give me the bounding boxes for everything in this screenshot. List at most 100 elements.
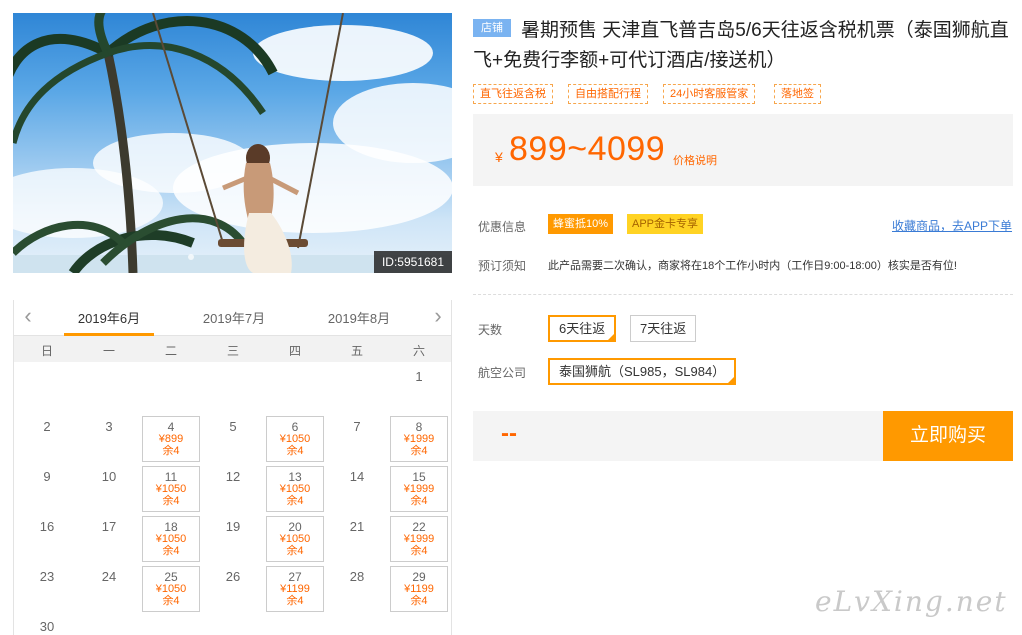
- price-panel: ¥ 899~4099 价格说明: [473, 114, 1013, 186]
- day-number: 8: [415, 420, 423, 434]
- day-number: 24: [101, 569, 117, 584]
- calendar-day: 3: [80, 416, 138, 462]
- day-remaining: 余4: [162, 595, 180, 607]
- day-number: 15: [412, 470, 426, 484]
- day-number: 19: [225, 519, 241, 534]
- days-option-6[interactable]: 6天往返: [548, 315, 617, 342]
- day-price: ¥1050: [279, 533, 311, 545]
- weekday-mon: 一: [102, 344, 115, 358]
- day-remaining: 余4: [162, 445, 180, 457]
- day-price: ¥1050: [155, 533, 187, 545]
- calendar-weekday-header: 日 一 二 三 四 五 六: [14, 336, 451, 362]
- day-number: 5: [229, 419, 237, 434]
- calendar-day-available[interactable]: 25 ¥1050 余4: [142, 566, 200, 612]
- calendar-day: 10: [80, 466, 138, 512]
- favorite-link[interactable]: 收藏商品，去APP下单: [892, 217, 1012, 234]
- day-number: 18: [164, 520, 178, 534]
- watermark-logo: eLvXing.net: [815, 585, 1008, 618]
- calendar-day: 28: [328, 566, 386, 612]
- calendar-day: 5: [204, 416, 262, 462]
- calendar-day-available[interactable]: 18 ¥1050 余4: [142, 516, 200, 562]
- tab-month-july[interactable]: 2019年7月: [189, 308, 279, 327]
- price-explanation-link[interactable]: 价格说明: [673, 152, 717, 168]
- calendar-day: 24: [80, 566, 138, 612]
- currency-symbol: ¥: [495, 149, 503, 165]
- weekday-sat: 六: [412, 344, 425, 358]
- day-number: 12: [225, 469, 241, 484]
- day-number: 28: [349, 569, 365, 584]
- tab-month-june[interactable]: 2019年6月: [64, 308, 154, 327]
- promo-badge-app-gold: APP金卡专享: [627, 214, 704, 234]
- buy-now-button[interactable]: 立即购买: [883, 411, 1013, 461]
- days-option-7[interactable]: 7天往返: [630, 315, 697, 342]
- day-remaining: 余4: [410, 595, 428, 607]
- price-range: 899~4099: [509, 130, 666, 168]
- day-remaining: 余4: [410, 545, 428, 557]
- day-number: 30: [39, 619, 55, 634]
- day-price: ¥1199: [404, 583, 434, 595]
- day-price: ¥1999: [403, 483, 435, 495]
- calendar-day-available[interactable]: 15 ¥1999 余4: [390, 466, 448, 512]
- shop-badge: 店铺: [473, 19, 511, 37]
- calendar-day-available[interactable]: 27 ¥1199 余4: [266, 566, 324, 612]
- weekday-thu: 四: [288, 344, 301, 358]
- day-number: 21: [349, 519, 365, 534]
- calendar-day-available[interactable]: 22 ¥1999 余4: [390, 516, 448, 562]
- day-number: 25: [164, 570, 178, 584]
- calendar-grid: 1 2 3 4 ¥899 余4 5 6 ¥1050 余4 7 8 ¥1999 余4 9 10 11 ¥1050 余4…: [14, 362, 451, 635]
- calendar-day: 16: [18, 516, 76, 562]
- day-remaining: 余4: [286, 545, 304, 557]
- calendar-day: 23: [18, 566, 76, 612]
- calendar-day: 12: [204, 466, 262, 512]
- day-number: 29: [412, 570, 426, 584]
- day-price: ¥1050: [279, 433, 311, 445]
- day-remaining: 余4: [286, 495, 304, 507]
- day-price: ¥899: [158, 433, 184, 445]
- day-remaining: 余4: [286, 595, 304, 607]
- day-number: 7: [353, 419, 361, 434]
- day-number: 4: [167, 420, 175, 434]
- day-number: 20: [288, 520, 302, 534]
- day-remaining: 余4: [410, 495, 428, 507]
- beach-swing-photo: [13, 13, 452, 273]
- calendar-day-available[interactable]: 8 ¥1999 余4: [390, 416, 448, 462]
- day-remaining: 余4: [410, 445, 428, 457]
- day-price: ¥1999: [403, 533, 435, 545]
- chevron-right-icon[interactable]: ›: [428, 304, 448, 328]
- calendar-day: 19: [204, 516, 262, 562]
- day-price: ¥1050: [155, 483, 187, 495]
- calendar-day: 2: [18, 416, 76, 462]
- calendar-day: 26: [204, 566, 262, 612]
- product-hero-image: ID:5951681: [13, 13, 452, 273]
- calendar-day: 9: [18, 466, 76, 512]
- chevron-left-icon[interactable]: ‹: [18, 304, 38, 328]
- day-remaining: 余4: [162, 545, 180, 557]
- airline-label: 航空公司: [478, 366, 527, 380]
- feature-tag: 落地签: [774, 84, 821, 104]
- day-number: 27: [288, 570, 302, 584]
- calendar-day-available[interactable]: 13 ¥1050 余4: [266, 466, 324, 512]
- airline-option[interactable]: 泰国狮航（SL985，SL984）: [548, 358, 737, 385]
- section-divider: [473, 294, 1013, 295]
- selected-price-bar: --: [473, 411, 883, 461]
- calendar-day-available[interactable]: 6 ¥1050 余4: [266, 416, 324, 462]
- tab-month-august[interactable]: 2019年8月: [314, 308, 404, 327]
- day-number: 14: [349, 469, 365, 484]
- day-number: 6: [291, 420, 299, 434]
- calendar-day-available[interactable]: 29 ¥1199 余4: [390, 566, 448, 612]
- promo-badge-honey: 蜂蜜抵10%: [548, 214, 614, 234]
- day-number: 22: [412, 520, 426, 534]
- day-price: ¥1050: [279, 483, 311, 495]
- day-number: 10: [101, 469, 117, 484]
- day-number: 3: [105, 419, 113, 434]
- feature-tag: 24小时客服管家: [663, 84, 756, 104]
- selected-price: --: [501, 420, 517, 447]
- calendar-day-available[interactable]: 20 ¥1050 余4: [266, 516, 324, 562]
- notice-label: 预订须知: [478, 259, 527, 273]
- calendar-day-available[interactable]: 4 ¥899 余4: [142, 416, 200, 462]
- weekday-fri: 五: [350, 344, 363, 358]
- day-number: 13: [288, 470, 302, 484]
- calendar-month-nav: ‹ 2019年6月 2019年7月 2019年8月 ›: [14, 300, 451, 336]
- days-label: 天数: [478, 323, 503, 337]
- calendar-day-available[interactable]: 11 ¥1050 余4: [142, 466, 200, 512]
